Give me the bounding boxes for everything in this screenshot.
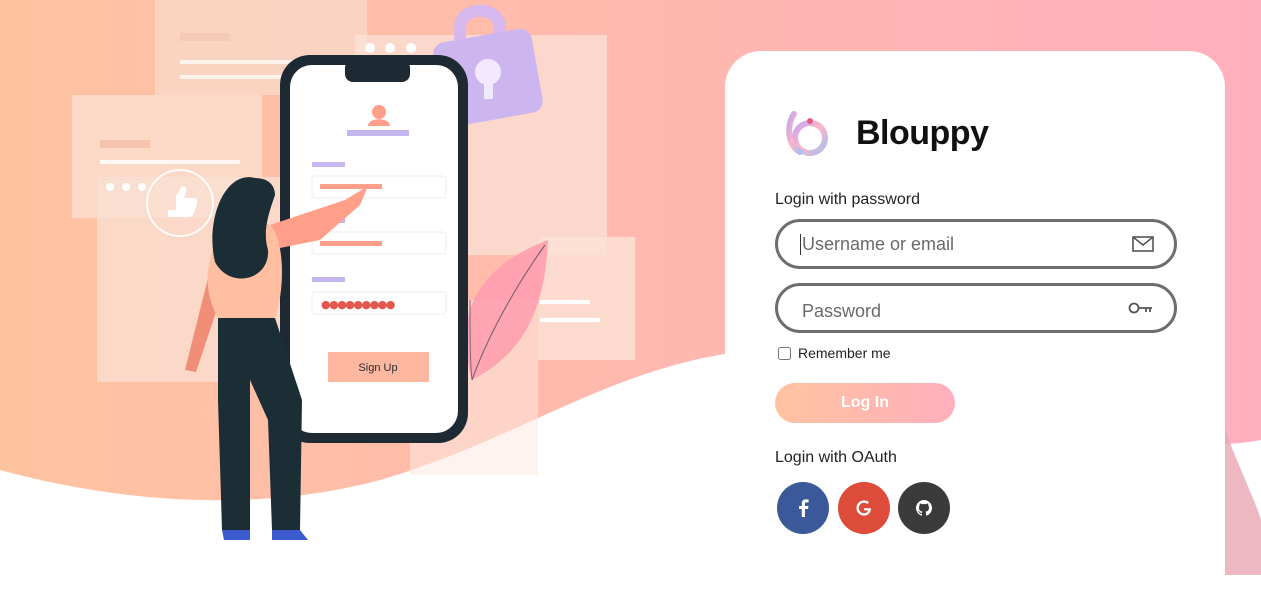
password-login-label: Login with password [775,191,920,208]
brand-header: Blouppy [780,106,989,160]
bg-window-right [538,237,635,360]
facebook-icon [799,499,809,517]
github-icon [916,500,932,516]
google-login-button[interactable] [838,482,890,534]
oauth-buttons [725,482,1025,538]
username-input[interactable] [800,233,1102,255]
username-field [775,219,1177,269]
key-icon [1128,300,1154,316]
facebook-login-button[interactable] [777,482,829,534]
google-icon [856,500,871,516]
phone-password-dots: ●●●●●●●●● [321,298,395,311]
phone-mockup: ●●●●●●●●● Sign Up [280,55,468,443]
signup-illustration: ●●●●●●●●● Sign Up [72,0,635,540]
remember-me[interactable]: Remember me [778,345,891,361]
login-button[interactable]: Log In [775,383,955,423]
password-input[interactable] [802,300,1102,322]
password-field [775,283,1177,333]
login-card: Blouppy Login with password Remember me … [725,51,1225,591]
remember-me-label: Remember me [798,345,891,361]
blouppy-logo-icon [786,111,828,156]
oauth-login-label: Login with OAuth [775,449,897,466]
remember-me-checkbox[interactable] [778,346,791,360]
github-login-button[interactable] [898,482,950,534]
phone-signup-label: Sign Up [358,362,397,374]
mail-icon [1132,236,1154,252]
brand-name: Blouppy [856,113,989,152]
